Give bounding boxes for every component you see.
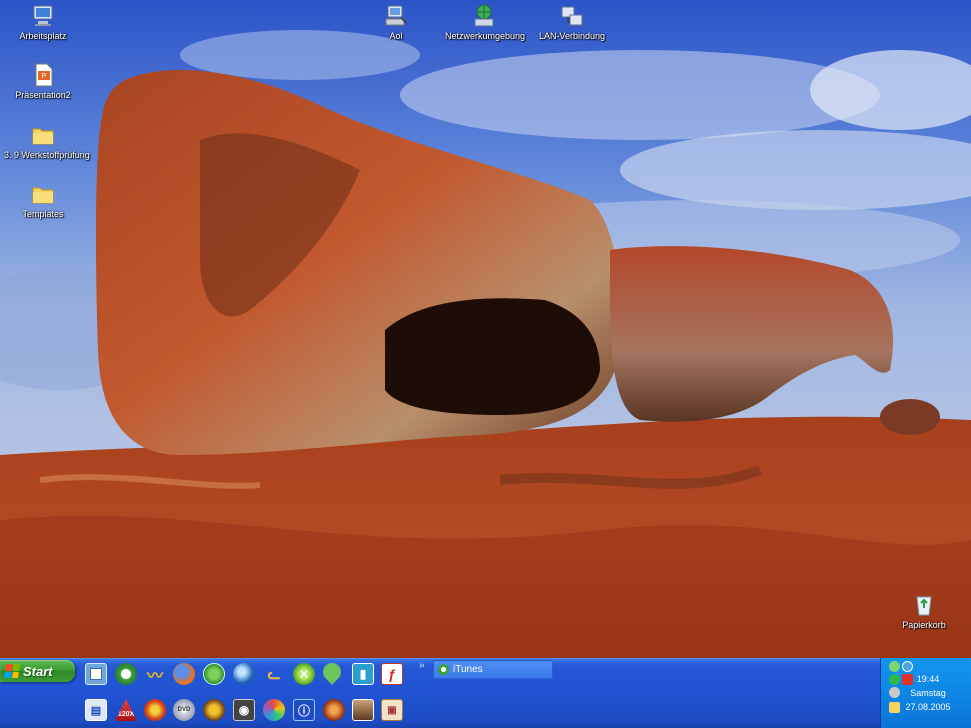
portrait-icon[interactable]	[352, 699, 374, 721]
desktop-icon-label: LAN-Verbindung	[538, 31, 606, 41]
firefox-icon[interactable]	[173, 663, 195, 685]
contacts-icon[interactable]: ▮	[352, 663, 374, 685]
aol-network-icon	[385, 5, 407, 26]
windows-logo-icon	[4, 664, 20, 678]
google-earth-icon[interactable]	[233, 663, 255, 685]
dvd-icon[interactable]: DVD	[173, 699, 195, 721]
media-player-icon[interactable]: ▤	[85, 699, 107, 721]
compass-icon[interactable]	[323, 699, 345, 721]
network-tray-icon[interactable]	[889, 661, 900, 672]
volume-tray-icon[interactable]	[889, 687, 900, 698]
messenger-icon[interactable]: 〰	[144, 663, 166, 685]
start-label: Start	[23, 663, 53, 679]
svg-text:P: P	[42, 73, 47, 80]
desktop-icon-label: Arbeitsplatz	[19, 31, 67, 41]
clock-time[interactable]: 19:44	[903, 674, 953, 684]
picasa-icon[interactable]	[263, 699, 285, 721]
desktop-icon-praesentation2[interactable]: P Präsentation2	[4, 62, 82, 101]
lan-connection-icon	[561, 6, 583, 26]
desktop-icon-label: Präsentation2	[15, 90, 71, 100]
messenger-tray-icon[interactable]	[902, 661, 913, 672]
desktop-icon-aol[interactable]: Aol	[357, 3, 435, 42]
itunes-icon	[438, 664, 449, 675]
desktop-icon-label: Netzwerkumgebung	[445, 31, 526, 41]
desktop-icon-label: Templates	[22, 209, 64, 219]
desktop-icon-label: Papierkorb	[902, 620, 946, 630]
winamp-icon[interactable]: ᓚ	[263, 663, 285, 685]
folder-icon	[32, 187, 54, 204]
clock-date: 27.08.2005	[905, 702, 951, 712]
recycle-bin-icon	[916, 596, 932, 616]
taskbar-button-label: iTunes	[453, 664, 483, 675]
show-desktop-icon[interactable]	[85, 663, 107, 685]
desktop-icon-label: Aol	[389, 31, 403, 41]
security-tray-icon[interactable]	[889, 674, 900, 685]
desktop-icon-arbeitsplatz[interactable]: Arbeitsplatz	[4, 3, 82, 42]
camera-icon[interactable]: ◉	[233, 699, 255, 721]
network-places-icon	[474, 4, 494, 27]
taskbar-button-itunes[interactable]: iTunes	[433, 660, 553, 679]
xbox-icon[interactable]: ✕	[293, 663, 315, 685]
desktop-icon-papierkorb[interactable]: Papierkorb	[885, 592, 963, 631]
wallpaper-remarkable-rocks	[0, 0, 971, 658]
desktop-icon-lan-verbindung[interactable]: LAN-Verbindung	[533, 3, 611, 42]
folder-icon	[32, 128, 54, 145]
itunes-icon[interactable]	[115, 663, 137, 685]
document-viewer-icon[interactable]: ▣	[381, 699, 403, 721]
globe-browser-icon[interactable]	[203, 663, 225, 685]
desktop-icon-werkstoffpruefung[interactable]: 3. 9 Werkstoffprüfung	[4, 122, 90, 161]
badge-icon[interactable]	[203, 699, 225, 721]
clock-day: Samstag	[910, 688, 946, 698]
start-button[interactable]: Start	[0, 660, 75, 682]
info-icon[interactable]: ⓘ	[293, 699, 315, 721]
system-tray: 19:44 Samstag 27.08.2005	[880, 658, 971, 728]
folder-tray-icon[interactable]	[889, 702, 900, 713]
quicklaunch-more-chevron[interactable]: »	[419, 660, 425, 671]
desktop-icon-templates[interactable]: Templates	[4, 181, 82, 220]
my-computer-icon	[33, 5, 53, 26]
desktop-icon-netzwerkumgebung[interactable]: Netzwerkumgebung	[445, 3, 526, 42]
media-center-icon[interactable]	[144, 699, 166, 721]
acrobat-icon[interactable]: ƒ	[381, 663, 403, 685]
desktop[interactable]: Arbeitsplatz P Präsentation2 3. 9 Werkst…	[0, 0, 971, 658]
powerpoint-document-icon: P	[35, 63, 53, 87]
desktop-icon-label: 3. 9 Werkstoffprüfung	[4, 150, 90, 160]
